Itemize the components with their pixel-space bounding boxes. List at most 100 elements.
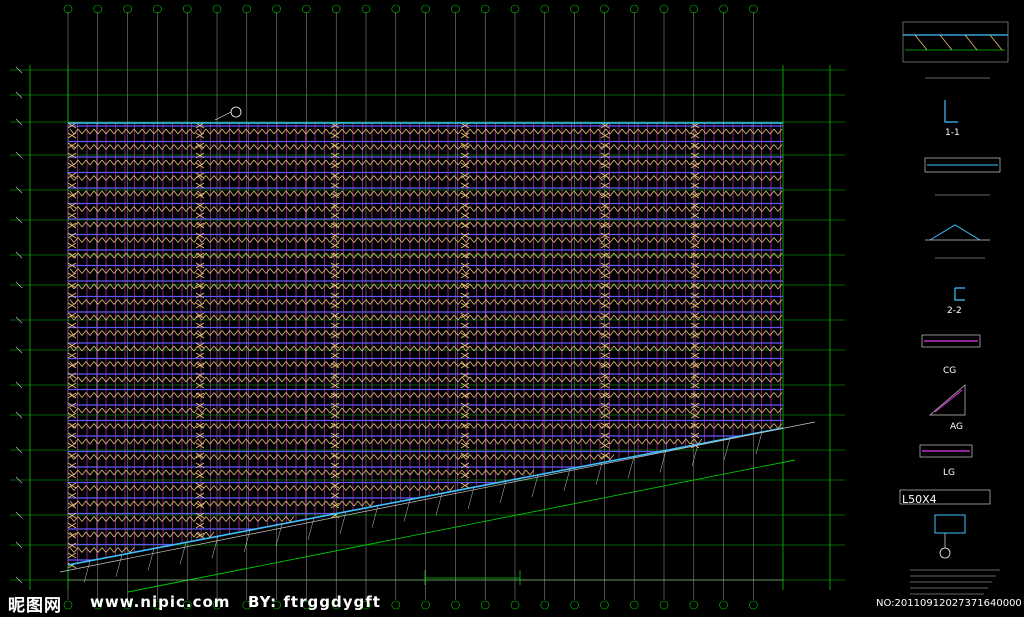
- brace-stroke: [553, 128, 559, 135]
- brace-stroke: [533, 361, 539, 367]
- brace-stroke: [249, 159, 255, 166]
- brace-stroke: [385, 237, 391, 243]
- axis-bubble-top: [123, 4, 132, 14]
- brace-stroke: [413, 144, 419, 150]
- brace-stroke: [397, 438, 403, 445]
- brace-stroke: [501, 392, 507, 398]
- brace-stroke: [205, 485, 211, 491]
- brace-stroke: [765, 190, 771, 197]
- brace-stroke: [477, 392, 483, 398]
- brace-stroke: [109, 268, 115, 274]
- brace-stroke: [157, 392, 163, 398]
- brace-stroke: [565, 237, 571, 243]
- brace-stroke: [309, 221, 315, 228]
- brace-stroke: [381, 361, 387, 367]
- brace-stroke: [525, 221, 531, 228]
- brace-stroke: [765, 237, 771, 243]
- brace-stroke: [173, 361, 179, 367]
- brace-stroke: [537, 454, 543, 460]
- brace-stroke: [565, 314, 571, 321]
- brace-stroke: [753, 128, 759, 135]
- brace-stroke: [769, 237, 775, 243]
- brace-stroke: [281, 206, 287, 212]
- brace-stroke: [769, 175, 775, 181]
- brace-stroke: [441, 190, 447, 197]
- brace-stroke: [341, 221, 347, 228]
- brace-stroke: [693, 376, 699, 383]
- brace-stroke: [429, 376, 435, 383]
- axis-bubble-top: [212, 4, 222, 14]
- brace-stroke: [449, 299, 455, 305]
- brace-stroke: [569, 314, 575, 321]
- brace-stroke: [625, 268, 631, 274]
- brace-stroke: [129, 407, 135, 414]
- brace-stroke: [173, 330, 179, 336]
- brace-stroke: [753, 190, 759, 197]
- brace-stroke: [101, 516, 107, 522]
- brace-stroke: [341, 314, 347, 321]
- brace-stroke: [77, 252, 83, 259]
- brace-stroke: [325, 454, 331, 460]
- brace-stroke: [237, 159, 243, 166]
- brace-stroke: [381, 485, 387, 491]
- brace-stroke: [137, 175, 143, 181]
- brace-stroke: [257, 407, 263, 414]
- brace-stroke: [493, 299, 499, 305]
- brace-stroke: [517, 330, 523, 336]
- brace-stroke: [137, 531, 143, 538]
- brace-stroke: [621, 423, 627, 429]
- brace-stroke: [473, 268, 479, 274]
- brace-stroke: [469, 376, 475, 383]
- brace-stroke: [313, 438, 319, 445]
- brace-stroke: [177, 237, 183, 243]
- brace-stroke: [241, 454, 247, 460]
- brace-stroke: [169, 299, 175, 305]
- brace-stroke: [173, 516, 179, 522]
- brace-stroke: [525, 361, 531, 367]
- brace-stroke: [545, 392, 551, 398]
- brace-stroke: [545, 128, 551, 135]
- brace-stroke: [469, 330, 475, 336]
- brace-stroke: [469, 407, 475, 414]
- brace-stroke: [577, 392, 583, 398]
- brace-stroke: [261, 469, 267, 476]
- brace-stroke: [385, 252, 391, 259]
- brace-stroke: [393, 190, 399, 197]
- brace-stroke: [493, 237, 499, 243]
- brace-stroke: [145, 438, 151, 445]
- brace-stroke: [393, 376, 399, 383]
- brace-stroke: [493, 221, 499, 228]
- brace-stroke: [549, 454, 555, 460]
- brace-stroke: [325, 361, 331, 367]
- brace-stroke: [385, 454, 391, 460]
- brace-stroke: [537, 330, 543, 336]
- cad-drawing-canvas[interactable]: 1-1 2-2 CG AG LG L50X4 昵图网 www.nipic.com…: [0, 0, 1024, 617]
- brace-stroke: [677, 175, 683, 181]
- brace-stroke: [161, 252, 167, 259]
- brace-stroke: [385, 190, 391, 197]
- brace-stroke: [85, 407, 91, 414]
- brace-stroke: [145, 392, 151, 398]
- brace-stroke: [753, 159, 759, 166]
- brace-stroke: [349, 330, 355, 336]
- brace-stroke: [77, 485, 83, 491]
- brace-stroke: [677, 128, 683, 135]
- brace-stroke: [381, 268, 387, 274]
- brace-stroke: [545, 407, 551, 414]
- brace-stroke: [773, 128, 779, 135]
- brace-stroke: [265, 516, 271, 522]
- brace-stroke: [669, 330, 675, 336]
- brace-stroke: [621, 190, 627, 197]
- brace-stroke: [181, 469, 187, 476]
- brace-stroke: [253, 237, 259, 243]
- brace-stroke: [721, 330, 727, 336]
- brace-stroke: [497, 144, 503, 150]
- brace-stroke: [777, 237, 783, 243]
- brace-stroke: [617, 159, 623, 166]
- brace-stroke: [729, 392, 735, 398]
- brace-stroke: [137, 438, 143, 445]
- brace-stroke: [85, 252, 91, 259]
- brace-stroke: [405, 485, 411, 491]
- brace-stroke: [145, 469, 151, 476]
- brace-stroke: [313, 407, 319, 414]
